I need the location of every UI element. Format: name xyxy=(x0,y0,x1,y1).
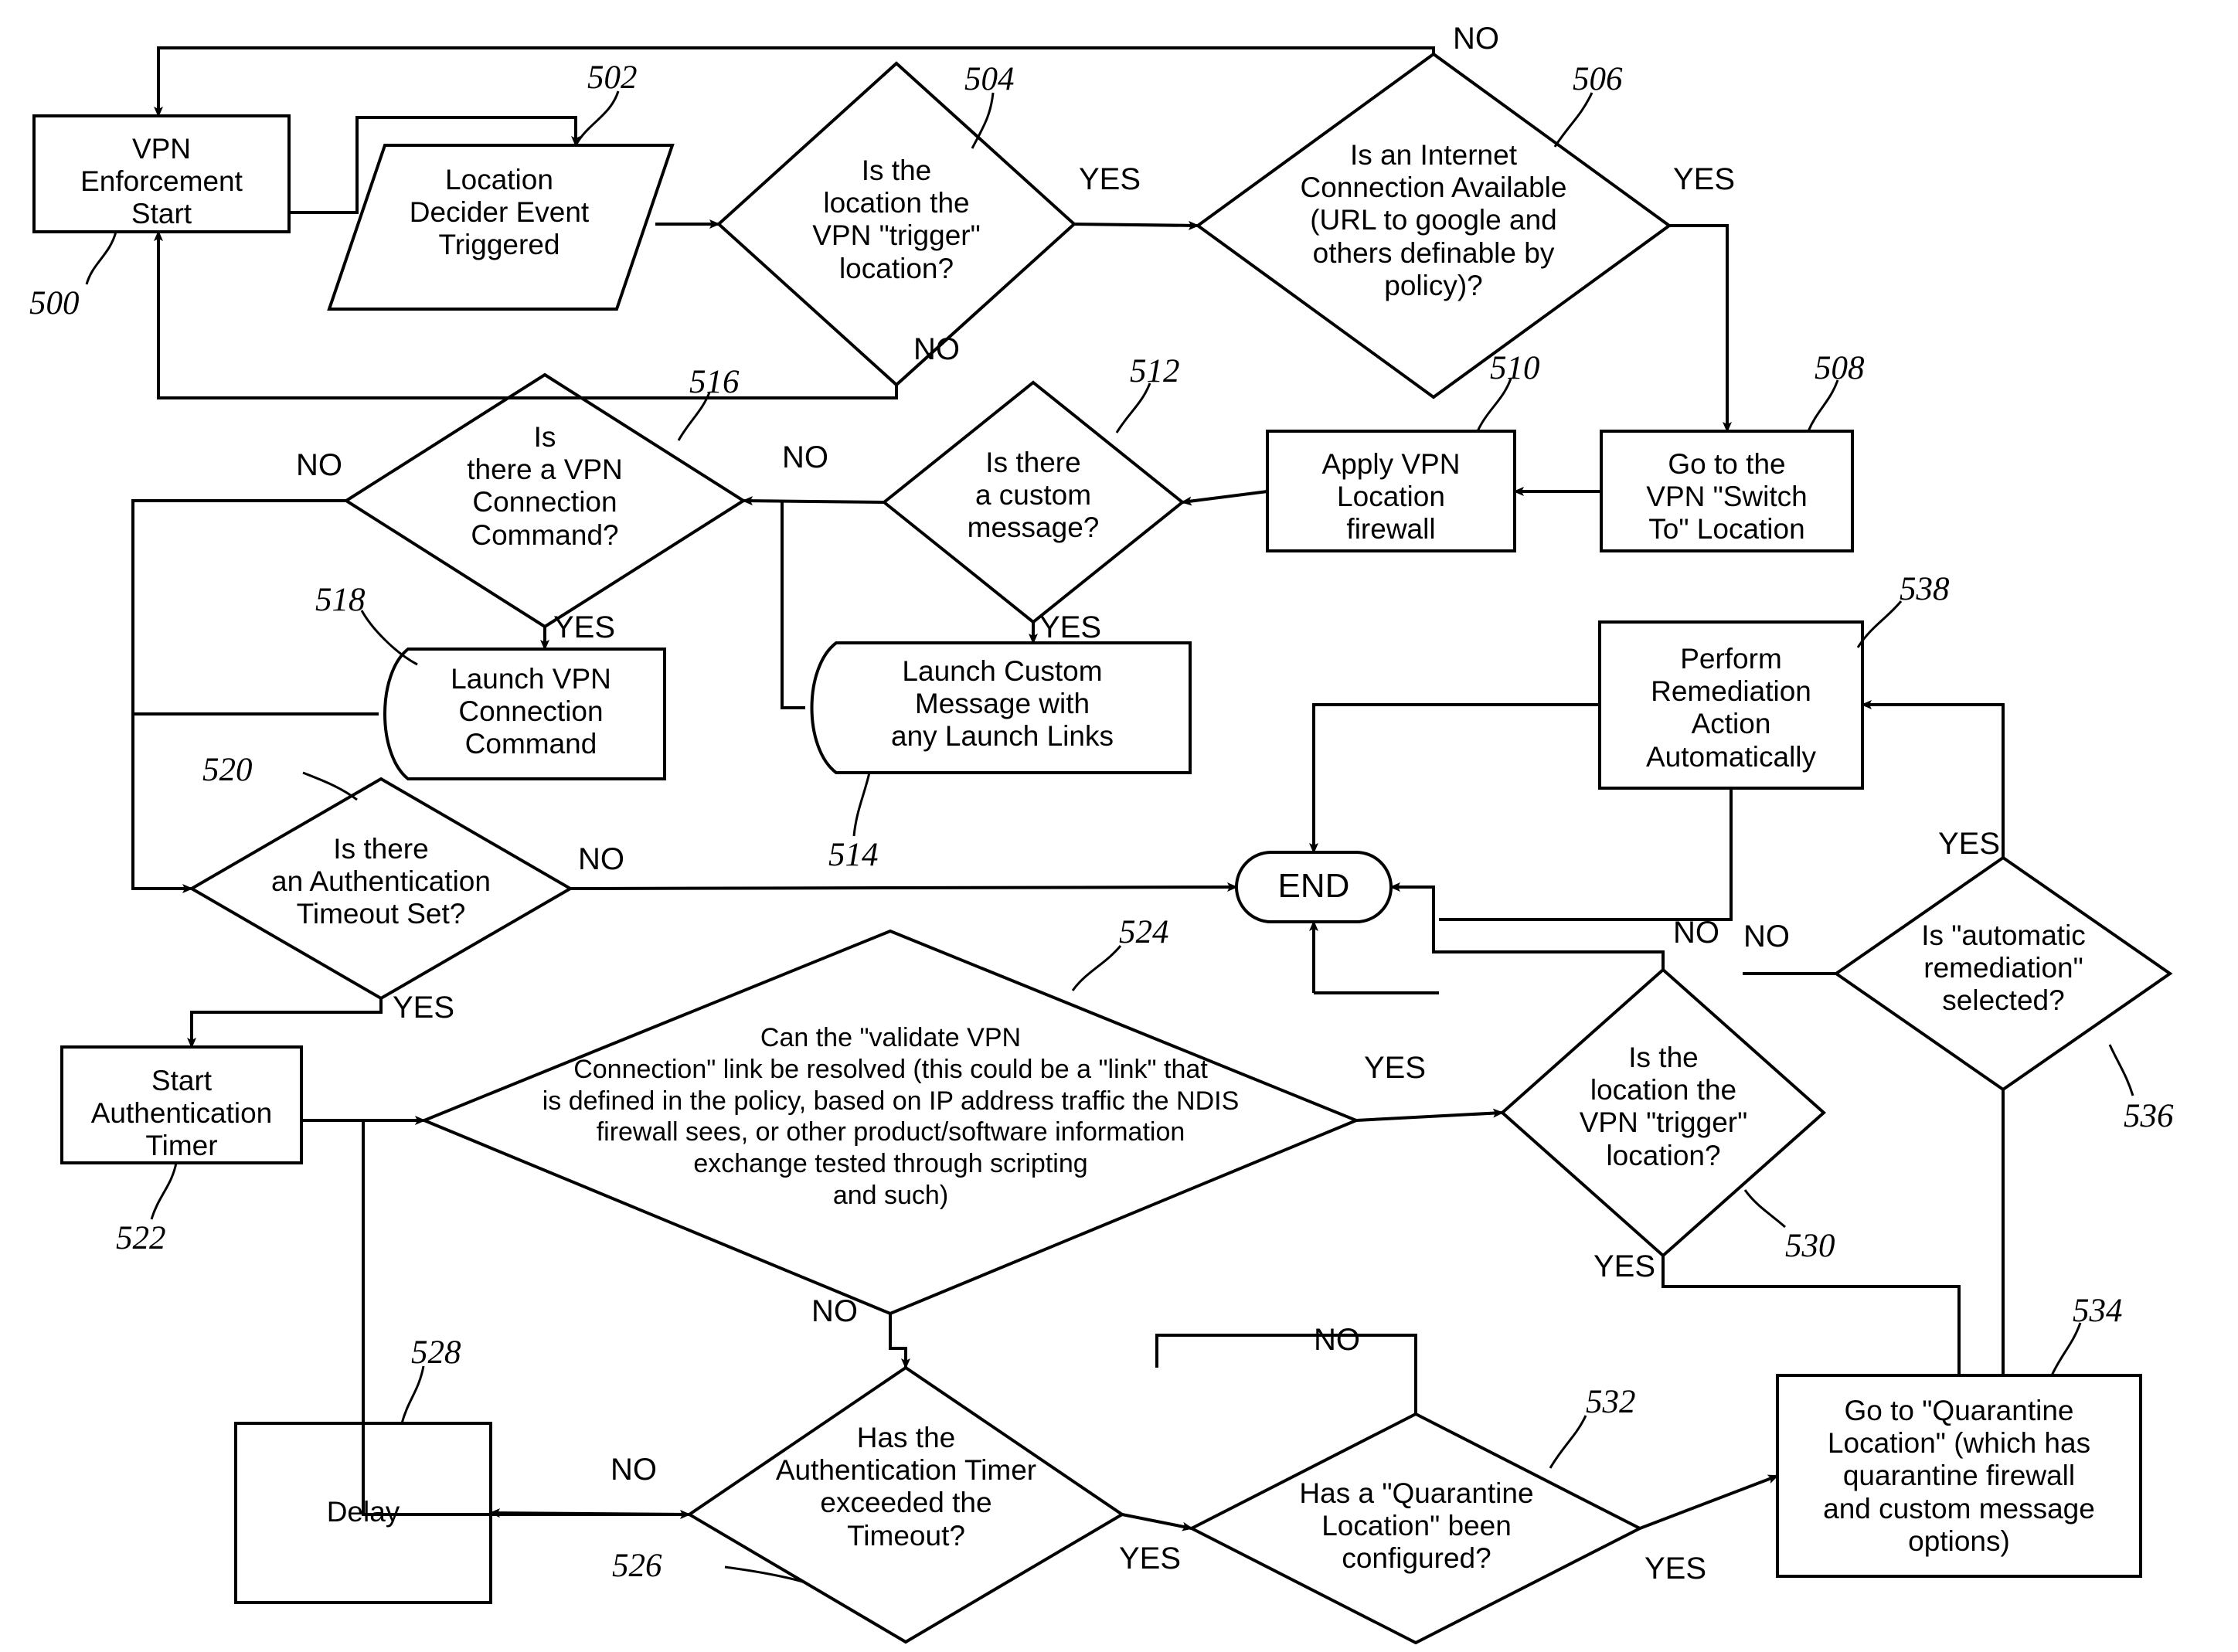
ref-number-538: 538 xyxy=(1900,571,1950,607)
node-516-shape xyxy=(343,372,747,629)
edge-label-532-no: NO xyxy=(1314,1323,1360,1357)
node-512-shape xyxy=(881,380,1185,624)
node-502-shape xyxy=(327,144,675,311)
ref-number-518: 518 xyxy=(315,582,366,618)
ref-number-532: 532 xyxy=(1586,1384,1636,1420)
edge-538-left-to-end xyxy=(1309,703,1600,854)
leader-530 xyxy=(1743,1189,1786,1229)
edge-510-to-512 xyxy=(1181,490,1268,506)
ref-number-522: 522 xyxy=(116,1220,166,1256)
node-514-shape xyxy=(810,641,1192,774)
edge-524-yes-to-530 xyxy=(1355,1108,1504,1122)
node-518-shape xyxy=(383,648,666,780)
leader-506 xyxy=(1553,92,1593,148)
edge-label-532-yes: YES xyxy=(1644,1552,1707,1586)
ref-number-520: 520 xyxy=(202,752,253,788)
edge-520-yes-to-522 xyxy=(187,998,383,1049)
edge-538-to-end-rail xyxy=(1439,788,1733,921)
node-end-shape xyxy=(1235,851,1393,923)
node-530-shape xyxy=(1499,967,1827,1258)
leader-528 xyxy=(400,1365,425,1424)
edge-514-to-rail xyxy=(781,502,805,709)
edge-label-506-yes: YES xyxy=(1673,162,1736,196)
edge-label-504-no: NO xyxy=(913,332,960,366)
leader-502 xyxy=(574,90,620,146)
edge-label-526-yes: YES xyxy=(1119,1542,1182,1576)
node-508-shape xyxy=(1600,430,1854,552)
ref-number-506: 506 xyxy=(1573,61,1623,97)
edge-label-516-no: NO xyxy=(296,448,342,482)
edge-label-520-no: NO xyxy=(578,842,624,876)
node-500-shape xyxy=(32,114,291,233)
node-522-shape xyxy=(60,1045,303,1164)
leader-522 xyxy=(150,1162,178,1220)
ref-number-514: 514 xyxy=(828,837,879,873)
ref-number-510: 510 xyxy=(1490,350,1540,386)
ref-number-536: 536 xyxy=(2124,1098,2174,1134)
edge-504-yes-to-506 xyxy=(1073,220,1199,230)
edge-506-no-to-500 xyxy=(154,46,1435,117)
node-506-shape xyxy=(1195,52,1672,399)
flowchart-canvas: VPN Enforcement Start Location Decider E… xyxy=(0,0,2238,1652)
ref-number-528: 528 xyxy=(411,1334,461,1371)
edge-512-no-to-516 xyxy=(742,496,885,506)
edge-label-530-yes: YES xyxy=(1593,1249,1656,1283)
edge-label-512-yes: YES xyxy=(1039,610,1102,644)
leader-532 xyxy=(1549,1415,1587,1469)
node-526-shape xyxy=(686,1365,1125,1644)
node-504-shape xyxy=(716,61,1076,387)
leader-536 xyxy=(2108,1044,2134,1096)
ref-number-530: 530 xyxy=(1785,1228,1835,1264)
edge-520-no-to-end xyxy=(570,882,1238,892)
edge-524-no-to-526 xyxy=(889,1314,910,1369)
edge-label-516-yes: YES xyxy=(553,610,616,644)
ref-number-502: 502 xyxy=(587,59,638,96)
node-534-shape xyxy=(1776,1374,2142,1578)
edge-label-512-no: NO xyxy=(782,440,828,474)
node-532-shape xyxy=(1188,1412,1644,1645)
ref-number-524: 524 xyxy=(1119,914,1169,950)
node-510-shape xyxy=(1266,430,1516,552)
edge-label-536-yes: YES xyxy=(1938,827,2001,861)
edge-label-506-no: NO xyxy=(1453,22,1499,56)
leader-524 xyxy=(1071,945,1122,991)
flowchart-vector-layer xyxy=(32,46,2173,1645)
leader-514 xyxy=(852,772,871,837)
edge-532-yes-to-534 xyxy=(1639,1474,1779,1530)
edge-label-526-no: NO xyxy=(611,1453,657,1487)
edge-530-no-to-end xyxy=(1389,882,1665,970)
edge-506-yes-to-508 xyxy=(1669,224,1732,433)
edge-label-524-yes: YES xyxy=(1364,1051,1427,1085)
leader-534 xyxy=(2050,1322,2082,1376)
ref-number-508: 508 xyxy=(1815,350,1865,386)
edge-526-yes-to-532 xyxy=(1121,1513,1193,1531)
edge-label-524-no: NO xyxy=(811,1294,858,1328)
leader-500 xyxy=(85,231,117,285)
edge-label-520-yes: YES xyxy=(393,991,455,1025)
ref-number-504: 504 xyxy=(964,61,1015,97)
leader-538 xyxy=(1856,600,1903,648)
edge-526-no-to-528 xyxy=(489,1508,690,1518)
ref-number-534: 534 xyxy=(2073,1293,2123,1329)
edge-530-yes-to-534 xyxy=(1661,1256,1961,1375)
edge-label-504-yes: YES xyxy=(1079,162,1141,196)
edge-label-530-no: NO xyxy=(1673,916,1719,950)
node-536-shape xyxy=(1833,855,2173,1092)
edge-label-536-no: NO xyxy=(1743,919,1790,953)
node-524-shape xyxy=(420,929,1361,1316)
ref-number-526: 526 xyxy=(612,1548,662,1584)
leader-512 xyxy=(1115,382,1151,433)
ref-number-500: 500 xyxy=(29,285,80,321)
ref-number-516: 516 xyxy=(689,364,740,400)
leader-508 xyxy=(1807,379,1839,432)
node-538-shape xyxy=(1598,620,1864,790)
ref-number-512: 512 xyxy=(1130,353,1180,389)
edge-532-no-up xyxy=(1155,1334,1417,1414)
node-520-shape xyxy=(189,777,573,1001)
